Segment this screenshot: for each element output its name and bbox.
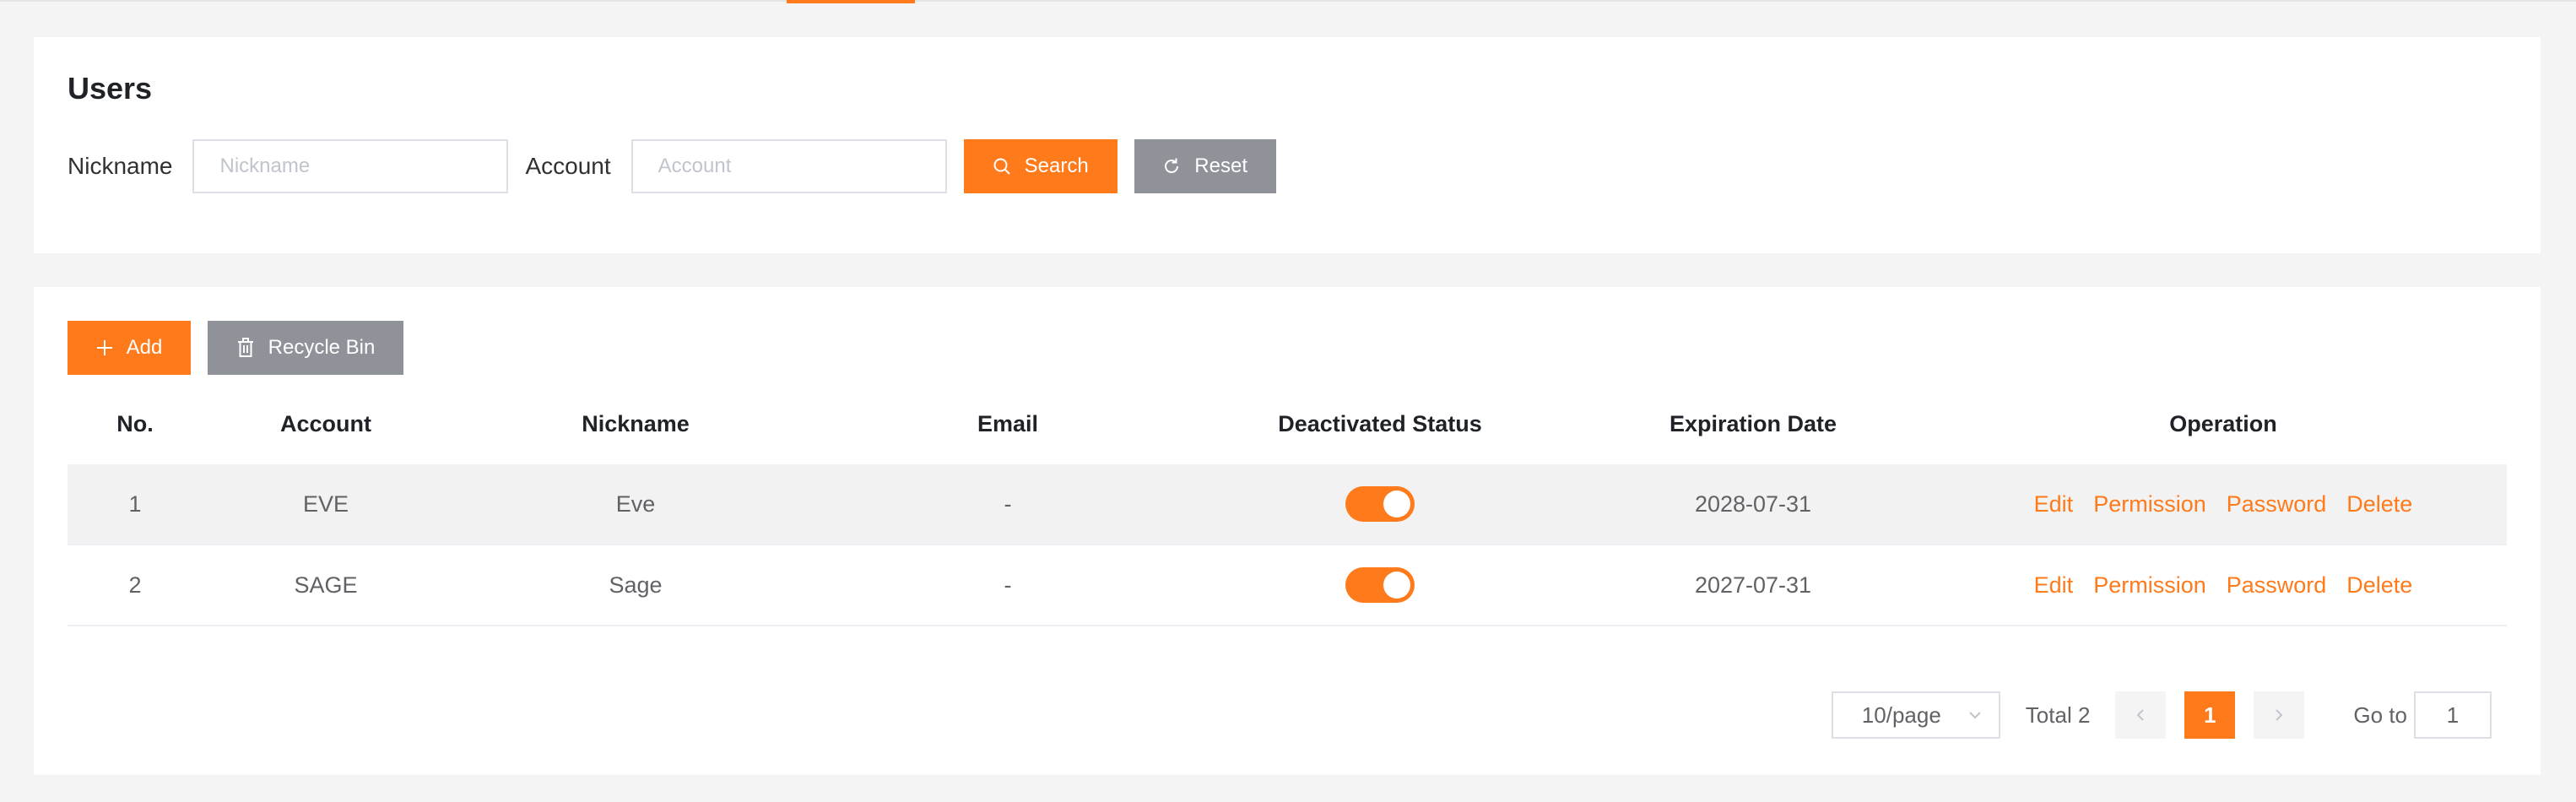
recycle-bin-button-label: Recycle Bin (268, 336, 376, 359)
column-header-nickname: Nickname (582, 410, 690, 436)
row-operations: Edit Permission Password Delete (1940, 491, 2507, 518)
chevron-down-icon (1969, 712, 1981, 719)
prev-page-button[interactable] (2115, 691, 2167, 739)
page-number-current[interactable]: 1 (2184, 691, 2236, 739)
account-input[interactable] (630, 139, 947, 193)
permission-link[interactable]: Permission (2093, 572, 2206, 599)
row-number: 1 (128, 490, 142, 517)
row-deactivated-cell (1193, 567, 1567, 603)
search-panel: Users Nickname Account Search Reset (34, 37, 2541, 253)
column-header-account: Account (280, 410, 371, 436)
page-size-value: 10/page (1861, 702, 1941, 728)
row-operations: Edit Permission Password Delete (1940, 572, 2507, 599)
pagination: 10/page Total 2 1 Go to 1 (1831, 691, 2492, 740)
delete-link[interactable]: Delete (2346, 572, 2412, 599)
column-header-no: No. (116, 410, 154, 436)
row-account: SAGE (294, 572, 358, 598)
row-nickname: Eve (615, 490, 656, 517)
permission-link[interactable]: Permission (2093, 491, 2206, 518)
row-number: 2 (128, 572, 142, 598)
goto-page-input[interactable]: 1 (2414, 691, 2492, 739)
users-table: No. Account Nickname Email Deactivated S… (68, 383, 2507, 626)
row-expiration-date: 2028-07-31 (1694, 490, 1812, 517)
page-size-select[interactable]: 10/page (1831, 691, 2000, 739)
users-table-panel: Add Recycle Bin No. Account Nickname Ema… (34, 287, 2541, 775)
search-button-label: Search (1024, 154, 1089, 177)
password-link[interactable]: Password (2227, 572, 2327, 599)
deactivated-toggle[interactable] (1345, 567, 1415, 603)
search-icon (993, 158, 1010, 175)
toggle-knob (1383, 572, 1410, 599)
row-email: - (1004, 572, 1012, 598)
add-button-label: Add (126, 336, 163, 359)
row-expiration-date: 2027-07-31 (1694, 572, 1812, 598)
nickname-label: Nickname (68, 153, 173, 179)
column-header-expiration-date: Expiration Date (1669, 410, 1837, 436)
total-count: Total 2 (2025, 702, 2091, 728)
recycle-bin-button[interactable]: Recycle Bin (208, 321, 403, 375)
chevron-right-icon (2276, 709, 2283, 721)
page-title: Users (68, 71, 153, 106)
search-button[interactable]: Search (963, 139, 1118, 193)
next-page-button[interactable] (2254, 691, 2305, 739)
row-deactivated-cell (1193, 486, 1567, 522)
table-toolbar: Add Recycle Bin (68, 321, 403, 375)
delete-link[interactable]: Delete (2346, 491, 2412, 518)
chevron-left-icon (2136, 709, 2145, 721)
row-nickname: Sage (609, 572, 663, 598)
table-header: No. Account Nickname Email Deactivated S… (68, 383, 2507, 464)
add-button[interactable]: Add (68, 321, 191, 375)
refresh-icon (1165, 158, 1179, 173)
edit-link[interactable]: Edit (2034, 572, 2074, 599)
deactivated-toggle[interactable] (1345, 486, 1415, 522)
edit-link[interactable]: Edit (2034, 491, 2074, 518)
nickname-input[interactable] (192, 139, 509, 193)
row-email: - (1004, 490, 1012, 517)
column-header-operation: Operation (2169, 410, 2277, 436)
goto-label: Go to (2353, 702, 2407, 728)
table-row: 2 SAGE Sage - 2027-07-31 Edit Permission… (68, 545, 2507, 626)
column-header-deactivated-status: Deactivated Status (1278, 410, 1482, 436)
plus-icon (96, 340, 112, 355)
row-account: EVE (302, 490, 349, 517)
active-tab-indicator (787, 0, 915, 3)
password-link[interactable]: Password (2227, 491, 2327, 518)
search-form: Nickname Account Search Reset (68, 138, 1276, 194)
reset-button-label: Reset (1194, 154, 1247, 177)
table-row: 1 EVE Eve - 2028-07-31 Edit Permission P… (68, 464, 2507, 545)
toggle-knob (1383, 490, 1410, 518)
trash-icon (237, 338, 253, 357)
account-label: Account (525, 153, 611, 179)
column-header-email: Email (977, 410, 1039, 436)
top-border (0, 0, 2576, 3)
reset-button[interactable]: Reset (1134, 139, 1276, 193)
